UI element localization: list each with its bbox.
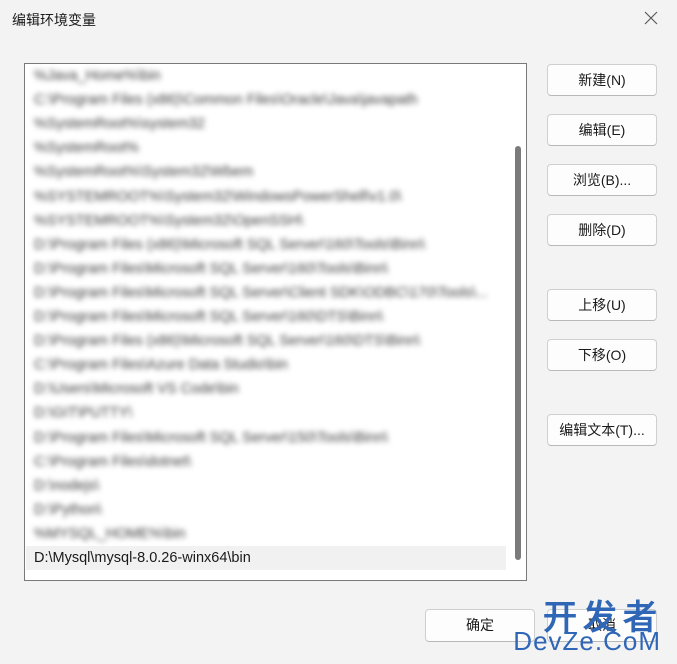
path-list-item[interactable]: D:\GIT\PUTTY\ <box>26 401 506 425</box>
path-list-item[interactable]: D:\Program Files\Microsoft SQL Server\16… <box>26 305 506 329</box>
path-list-item[interactable]: %SYSTEMROOT%\System32\OpenSSH\ <box>26 209 506 233</box>
edit-button[interactable]: 编辑(E) <box>547 114 657 146</box>
path-list-item[interactable]: D:\Program Files\Microsoft SQL Server\Cl… <box>26 281 506 305</box>
path-list-item[interactable]: C:\Program Files (x86)\Common Files\Orac… <box>26 88 506 112</box>
path-list-item[interactable]: %MYSQL_HOME%\bin <box>26 522 506 546</box>
path-list-item[interactable]: %Java_Home%\bin <box>26 64 506 88</box>
edit-text-button[interactable]: 编辑文本(T)... <box>547 414 657 446</box>
path-list-item[interactable]: D:\Mysql\mysql-8.0.26-winx64\bin <box>26 546 506 570</box>
path-list-item[interactable]: D:\Python\ <box>26 498 506 522</box>
close-icon <box>644 11 658 25</box>
path-list-item[interactable]: D:\nodejs\ <box>26 474 506 498</box>
path-list-item[interactable]: %SystemRoot%\System32\Wbem <box>26 160 506 184</box>
move-up-button[interactable]: 上移(U) <box>547 289 657 321</box>
new-button[interactable]: 新建(N) <box>547 64 657 96</box>
move-down-button[interactable]: 下移(O) <box>547 339 657 371</box>
cancel-button[interactable]: 取消 <box>547 609 657 642</box>
path-list-item[interactable]: %SystemRoot% <box>26 136 506 160</box>
ok-button[interactable]: 确定 <box>425 609 535 642</box>
close-button[interactable] <box>639 8 663 30</box>
browse-button[interactable]: 浏览(B)... <box>547 164 657 196</box>
window-title: 编辑环境变量 <box>12 12 96 28</box>
path-list-item[interactable]: %SYSTEMROOT%\System32\WindowsPowerShell\… <box>26 185 506 209</box>
path-list-item[interactable]: C:\Program Files\Azure Data Studio\bin <box>26 353 506 377</box>
scrollbar-thumb[interactable] <box>515 146 521 560</box>
scrollbar[interactable] <box>514 70 522 572</box>
path-list[interactable]: %Java_Home%\bin C:\Program Files (x86)\Co… <box>24 63 527 581</box>
delete-button[interactable]: 删除(D) <box>547 214 657 246</box>
path-list-item[interactable]: D:\Users\Microsoft VS Code\bin <box>26 377 506 401</box>
path-list-item[interactable]: %SystemRoot%\system32 <box>26 112 506 136</box>
path-list-item[interactable]: D:\Program Files (x86)\Microsoft SQL Ser… <box>26 233 506 257</box>
path-list-item[interactable]: C:\Program Files\dotnet\ <box>26 450 506 474</box>
path-list-item[interactable]: D:\Program Files\Microsoft SQL Server\16… <box>26 257 506 281</box>
title-bar: 编辑环境变量 <box>0 0 677 38</box>
path-list-item[interactable]: D:\Program Files (x86)\Microsoft SQL Ser… <box>26 329 506 353</box>
path-list-item[interactable]: D:\Program Files\Microsoft SQL Server\15… <box>26 426 506 450</box>
